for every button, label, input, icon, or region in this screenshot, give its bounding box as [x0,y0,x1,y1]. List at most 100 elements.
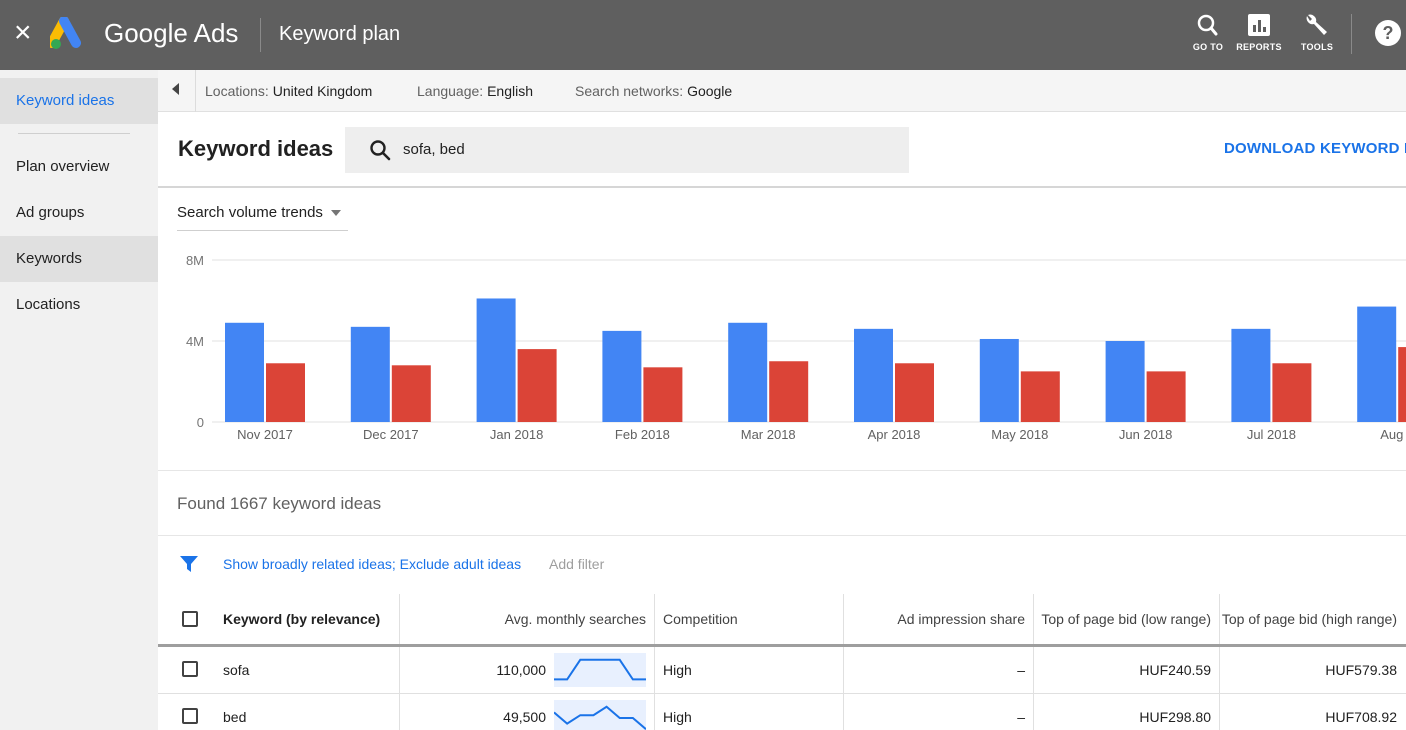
bar [854,328,893,422]
table-row[interactable]: bed 49,500 High – HUF298.80 HUF708.92 [158,694,1406,730]
bar [1146,371,1186,422]
table-header-row: Keyword (by relevance) Avg. monthly sear… [158,594,1406,644]
tools-label: TOOLS [1300,42,1334,52]
add-filter-button[interactable]: Add filter [549,556,604,572]
keyword-text: sofa [223,662,250,678]
sidebar-item-keywords[interactable]: Keywords [0,236,158,282]
tools-button[interactable]: TOOLS [1293,12,1341,52]
bid-low-cell: HUF298.80 [1034,694,1220,730]
networks-filter[interactable]: Search networks: Google [575,82,732,100]
keyword-ideas-header: Keyword ideas sofa, bed DOWNLOAD KEYWORD… [158,112,1406,188]
language-filter-value: English [487,83,533,99]
bar [1020,371,1060,422]
sidebar-item-plan-overview[interactable]: Plan overview [0,144,158,190]
results-count: Found 1667 keyword ideas [177,494,382,513]
competition-cell: High [655,647,844,693]
table-row[interactable]: sofa 110,000 High – HUF240.59 HUF579.38 [158,647,1406,693]
divider [195,70,196,112]
searches-value: 110,000 [496,662,546,678]
bar [266,363,305,422]
x-tick-label: Mar 2018 [741,427,796,442]
trend-sparkline [554,653,646,687]
searches-cell: 110,000 [400,647,655,693]
y-tick-label: 0 [197,415,204,430]
locations-filter-value: United Kingdom [272,83,373,99]
help-icon[interactable]: ? [1375,20,1401,46]
competition-cell: High [655,694,844,730]
section-title: Keyword ideas [178,136,334,161]
bar [769,361,809,422]
x-tick-label: Apr 2018 [868,427,921,442]
keyword-search-input[interactable]: sofa, bed [345,127,909,173]
locations-filter-label: Locations: [205,83,269,99]
bar [1398,347,1406,422]
bar [350,326,390,422]
bar [1231,328,1271,422]
download-keyword-ideas-button[interactable]: DOWNLOAD KEYWORD ID [1224,140,1406,157]
networks-filter-value: Google [687,83,733,99]
reports-label: REPORTS [1236,42,1282,52]
row-checkbox[interactable] [182,708,198,724]
goto-button[interactable]: GO TO [1184,12,1232,52]
bar [643,367,683,422]
keyword-cell: sofa [158,647,400,693]
sidebar-divider [18,133,130,134]
bar [1272,363,1312,422]
close-icon[interactable]: × [14,18,32,48]
trend-sparkline [554,700,646,730]
bar [517,349,557,422]
bar [391,365,431,422]
divider [158,535,1406,536]
col-keyword-label: Keyword (by relevance) [223,611,381,627]
col-keyword[interactable]: Keyword (by relevance) [158,594,400,644]
select-all-checkbox[interactable] [182,611,198,627]
x-tick-label: Dec 2017 [363,427,419,442]
y-tick-label: 8M [186,253,204,268]
col-top-bid-high[interactable]: Top of page bid (high range) [1220,594,1406,644]
bar [1357,306,1397,422]
collapse-sidebar-icon[interactable] [172,83,179,95]
row-checkbox[interactable] [182,661,198,677]
locations-filter[interactable]: Locations: United Kingdom [205,82,372,100]
search-icon [370,140,391,161]
dropdown-label: Search volume trends [177,204,323,221]
bid-high-cell: HUF579.38 [1325,662,1397,678]
searches-cell: 49,500 [400,694,655,730]
bar [225,322,264,422]
bar [1105,341,1145,422]
keyword-text: bed [223,709,247,725]
x-tick-label: Aug 2 [1380,427,1406,442]
col-top-bid-low[interactable]: Top of page bid (low range) [1034,594,1220,644]
divider [1351,14,1352,54]
brand-name: Google Ads [104,18,239,48]
sparkline-background [554,700,646,730]
impression-share-cell: – [844,647,1034,693]
bar [728,322,768,422]
x-tick-label: Nov 2017 [237,427,293,442]
chevron-down-icon [330,210,341,217]
search-volume-trends-dropdown[interactable]: Search volume trends [177,204,341,221]
bid-high-cell: HUF708.92 [1325,709,1397,725]
col-avg-monthly-searches[interactable]: Avg. monthly searches [400,594,655,644]
sparkline-background [554,653,646,687]
impression-share-cell: – [844,694,1034,730]
x-tick-label: Feb 2018 [615,427,670,442]
sidebar-item-ad-groups[interactable]: Ad groups [0,190,158,236]
col-competition[interactable]: Competition [655,594,844,644]
top-app-bar: × Google Ads Keyword plan GO TO REPORTS … [0,0,1406,70]
sidebar-item-keyword-ideas[interactable]: Keyword ideas [0,78,158,124]
x-tick-label: May 2018 [991,427,1048,442]
sidebar-item-locations[interactable]: Locations [0,282,158,328]
sidebar: Keyword ideas Plan overview Ad groups Ke… [0,70,158,730]
col-ad-impression-share[interactable]: Ad impression share [844,594,1034,644]
dropdown-underline [177,230,348,231]
active-filters-link[interactable]: Show broadly related ideas; Exclude adul… [223,556,521,572]
filter-icon[interactable] [179,554,199,574]
language-filter-label: Language: [417,83,484,99]
y-tick-label: 4M [186,334,204,349]
language-filter[interactable]: Language: English [417,82,533,100]
google-ads-logo [50,17,81,49]
searches-value: 49,500 [503,709,546,725]
bar [979,338,1019,422]
reports-button[interactable]: REPORTS [1235,12,1283,52]
